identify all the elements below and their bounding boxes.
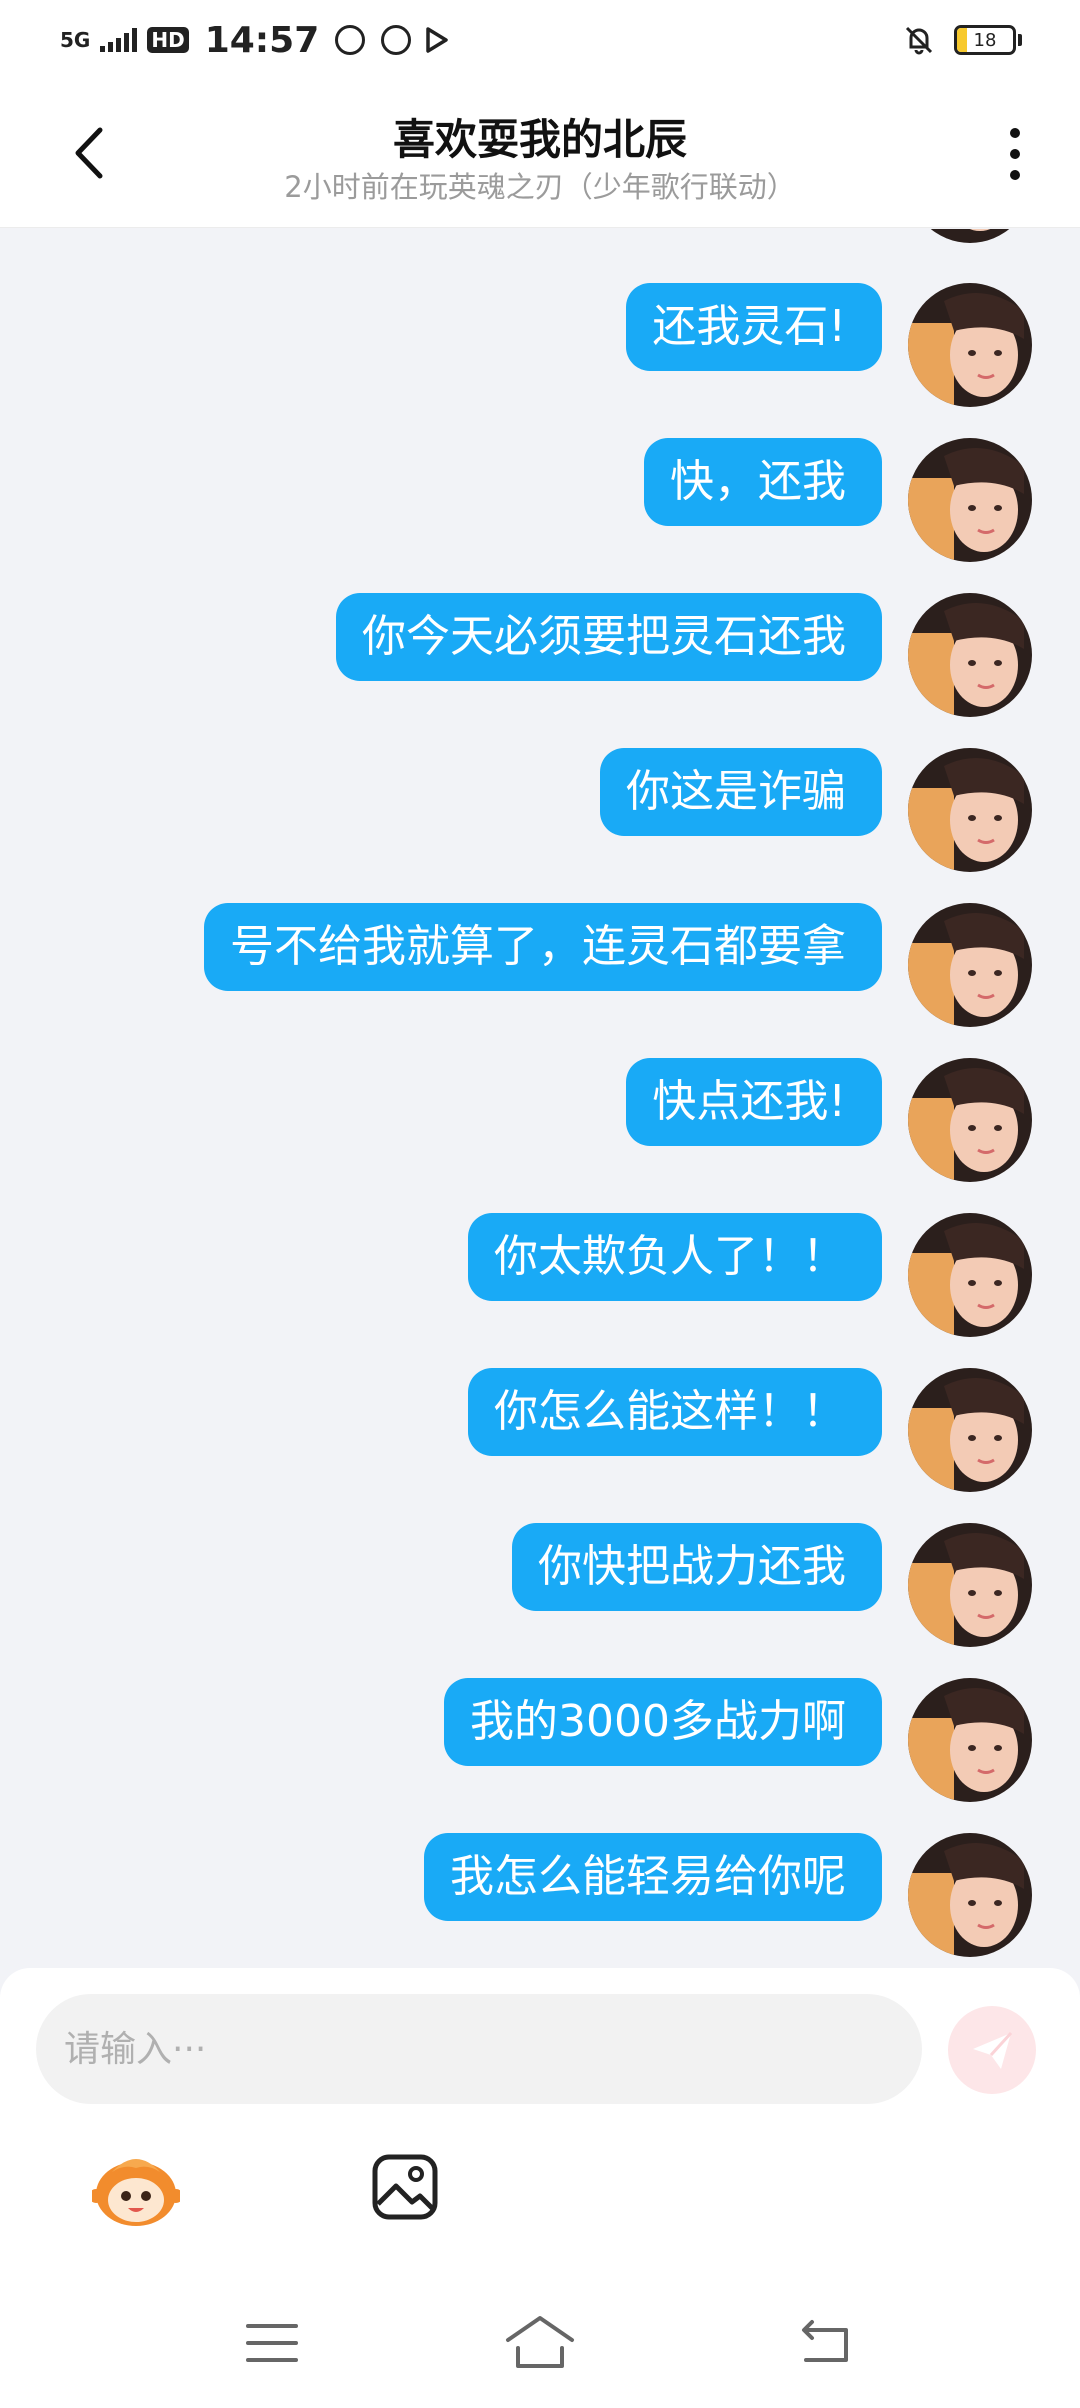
message-row: 你这是诈骗 [600,748,1032,872]
image-icon [372,2154,438,2220]
signal-icon [100,28,138,52]
message-bubble[interactable]: 还我灵石! [626,283,882,371]
emoji-button[interactable] [89,2150,183,2230]
app-notification-icon [381,25,412,55]
avatar[interactable] [908,229,1032,243]
avatar[interactable] [908,748,1032,872]
message-row: 我怎么能轻易给你呢 [424,1833,1032,1957]
message-row: 快，还我 [644,438,1032,562]
more-button[interactable] [990,124,1040,184]
message-bubble[interactable]: 我的3000多战力啊 [444,1678,882,1766]
app-notification-icon [335,25,366,55]
send-icon [973,2031,1013,2069]
status-right: 18 [902,23,1022,57]
message-bubble[interactable]: 你今天必须要把灵石还我 [336,593,882,681]
message-bubble[interactable]: 我怎么能轻易给你呢 [424,1833,882,1921]
message-row: 还我灵石! [626,283,1032,407]
avatar[interactable] [908,1678,1032,1802]
status-bar: 5G HD 14:57 18 [0,0,1080,80]
message-bubble[interactable]: 号不给我就算了，连灵石都要拿 [204,903,882,991]
message-row: 号不给我就算了，连灵石都要拿 [204,903,1032,1027]
avatar[interactable] [908,1213,1032,1337]
status-time: 14:57 [204,19,320,61]
more-vertical-icon [1010,128,1020,180]
page-title: 喜欢耍我的北辰 [392,115,687,164]
nav-back-button[interactable] [796,2318,852,2368]
nav-home-button[interactable] [504,2314,576,2370]
message-bubble[interactable]: 快，还我 [644,438,882,526]
message-bubble[interactable]: 你怎么能这样！！ [468,1368,882,1456]
message-row: 你太欺负人了！！ [468,1213,1032,1337]
play-notification-icon [426,27,449,53]
avatar[interactable] [908,1523,1032,1647]
chat-header: 喜欢耍我的北辰 2小时前在玩英魂之刃（少年歌行联动） [0,80,1080,228]
avatar[interactable] [908,1368,1032,1492]
status-left: 5G HD 14:57 [60,20,451,61]
chat-screen: 5G HD 14:57 18 喜欢耍我的北辰 2小时前在玩英魂之刃（少年歌行联动… [0,0,1080,2408]
message-list[interactable]: 还我灵石! 快，还我你今天必须要把灵石还我你这是诈骗号不给我就算了，连灵石都要拿快… [0,229,1080,1969]
avatar[interactable] [908,903,1032,1027]
battery-level: 18 [973,29,997,51]
message-row: 快点还我! [626,1058,1032,1182]
battery-tip [1018,34,1022,46]
avatar-image [908,229,1032,243]
avatar[interactable] [908,438,1032,562]
avatar[interactable] [908,1058,1032,1182]
message-bubble[interactable]: 你快把战力还我 [512,1523,882,1611]
message-bubble[interactable]: 快点还我! [626,1058,882,1146]
menu-icon [246,2324,298,2362]
network-label: 5G [60,28,91,52]
message-input[interactable] [36,1994,922,2104]
battery-icon: 18 [954,25,1016,55]
message-bubble[interactable]: 你这是诈骗 [600,748,882,836]
status-subtitle: 2小时前在玩英魂之刃（少年歌行联动） [284,170,796,204]
message-row: 我的3000多战力啊 [444,1678,1032,1802]
message-row: 你今天必须要把灵石还我 [336,593,1032,717]
home-icon [506,2316,574,2368]
avatar[interactable] [908,283,1032,407]
mascot-emoji-icon [89,2159,183,2226]
nav-menu-button[interactable] [244,2318,300,2368]
mute-bell-icon [905,26,933,55]
message-bubble[interactable]: 你太欺负人了！！ [468,1213,882,1301]
avatar[interactable] [908,593,1032,717]
avatar[interactable] [908,1833,1032,1957]
hd-badge: HD [147,27,189,53]
message-row: 你怎么能这样！！ [468,1368,1032,1492]
message-row: 你快把战力还我 [512,1523,1032,1647]
back-arrow-icon [802,2320,848,2362]
image-button[interactable] [370,2152,440,2222]
battery-fill [957,28,968,52]
send-button[interactable] [948,2006,1036,2094]
